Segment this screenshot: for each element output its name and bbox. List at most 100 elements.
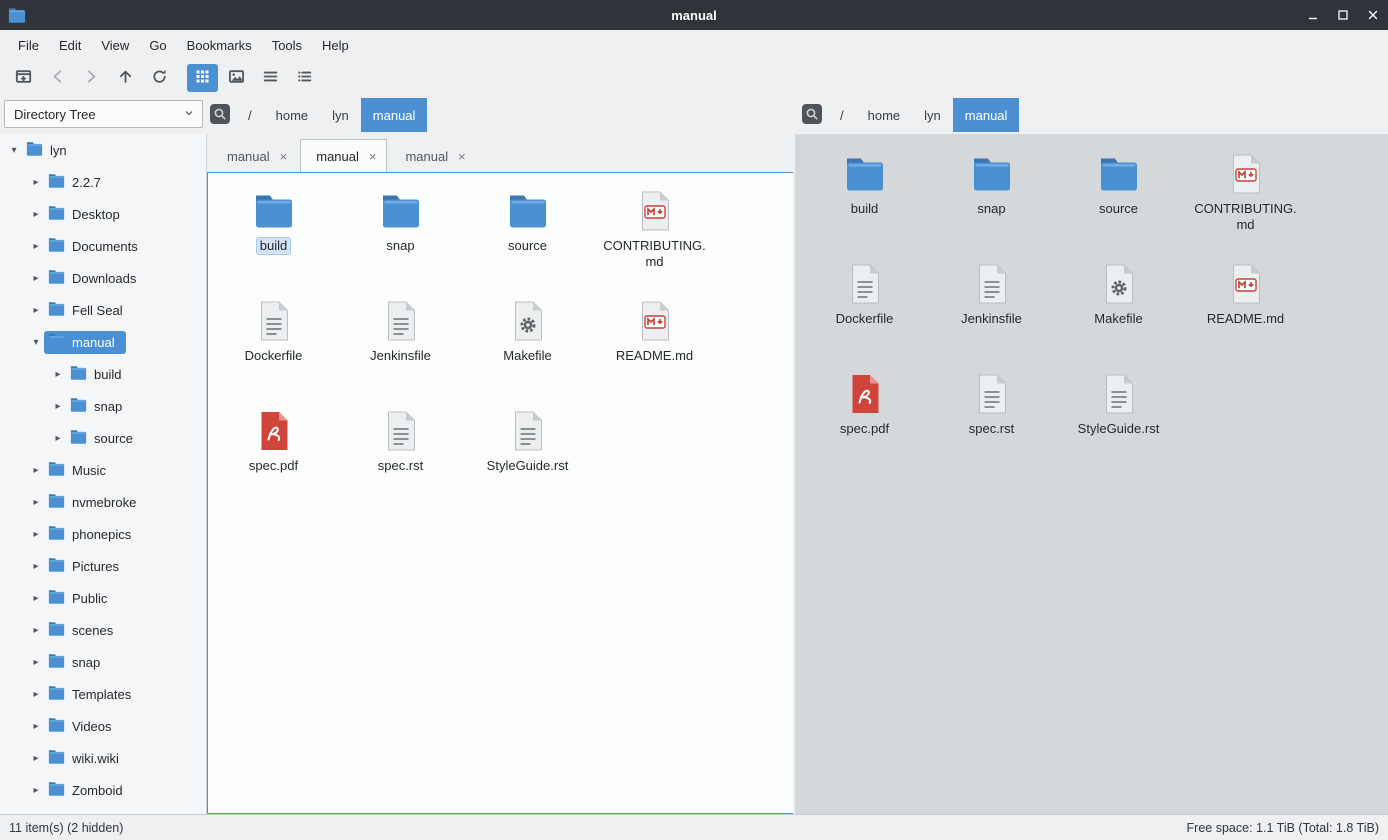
breadcrumb-segment-home[interactable]: home [264,98,321,132]
menu-go[interactable]: Go [139,33,176,58]
expander-icon[interactable]: ▸ [28,657,44,668]
file-readme-md[interactable]: README.md [591,291,718,401]
file-view-right[interactable]: buildsnapsourceCONTRIBUTING.mdDockerfile… [795,134,1388,814]
file-spec-pdf[interactable]: spec.pdf [210,401,337,511]
tab-close-icon[interactable]: × [369,150,377,163]
thumbnail-view-button[interactable] [221,64,252,92]
expander-icon[interactable]: ▸ [28,497,44,508]
tree-item-lyn[interactable]: ▾lyn [0,134,206,166]
tree-item-2-2-7[interactable]: ▸2.2.7 [0,166,206,198]
file-spec-rst[interactable]: spec.rst [928,364,1055,474]
tree-item-snap[interactable]: ▸snap [0,390,206,422]
tree-item-build[interactable]: ▸build [0,358,206,390]
up-button[interactable] [110,64,141,92]
expander-icon[interactable]: ▸ [28,209,44,220]
expander-icon[interactable]: ▸ [28,625,44,636]
sidebar-mode-select[interactable]: Directory Tree [4,100,203,128]
file-contributing-md[interactable]: CONTRIBUTING.md [591,181,718,291]
file-jenkinsfile[interactable]: Jenkinsfile [928,254,1055,364]
new-window-button[interactable] [8,64,39,92]
expander-icon[interactable]: ▸ [50,369,66,380]
tree-item-scenes[interactable]: ▸scenes [0,614,206,646]
tree-item-zomboid[interactable]: ▸Zomboid [0,774,206,806]
tab-close-icon[interactable]: × [280,150,288,163]
tab-manual-0[interactable]: manual× [211,139,298,172]
tree-item-downloads[interactable]: ▸Downloads [0,262,206,294]
tree-item-phonepics[interactable]: ▸phonepics [0,518,206,550]
file-build[interactable]: build [210,181,337,291]
maximize-button[interactable] [1328,0,1358,30]
file-spec-rst[interactable]: spec.rst [337,401,464,511]
breadcrumb-segment-manual[interactable]: manual [361,98,428,132]
tree-item-source[interactable]: ▸source [0,422,206,454]
menu-edit[interactable]: Edit [49,33,91,58]
breadcrumb-segment--[interactable]: / [828,98,856,132]
menu-file[interactable]: File [8,33,49,58]
file-makefile[interactable]: Makefile [1055,254,1182,364]
expander-icon[interactable]: ▸ [28,721,44,732]
tree-item-templates[interactable]: ▸Templates [0,678,206,710]
file-jenkinsfile[interactable]: Jenkinsfile [337,291,464,401]
menu-view[interactable]: View [91,33,139,58]
breadcrumb-segment-manual[interactable]: manual [953,98,1020,132]
forward-button[interactable] [76,64,107,92]
expander-icon[interactable]: ▸ [28,241,44,252]
path-edit-button[interactable] [801,103,823,128]
file-spec-pdf[interactable]: spec.pdf [801,364,928,474]
expander-icon[interactable]: ▸ [28,689,44,700]
expander-icon[interactable]: ▸ [28,305,44,316]
file-snap[interactable]: snap [337,181,464,291]
refresh-button[interactable] [144,64,175,92]
file-styleguide-rst[interactable]: StyleGuide.rst [464,401,591,511]
expander-icon[interactable]: ▸ [28,561,44,572]
menu-bookmarks[interactable]: Bookmarks [177,33,262,58]
tree-item-fell-seal[interactable]: ▸Fell Seal [0,294,206,326]
detailed-view-button[interactable] [289,64,320,92]
close-button[interactable] [1358,0,1388,30]
menu-help[interactable]: Help [312,33,359,58]
tab-close-icon[interactable]: × [458,150,466,163]
back-button[interactable] [42,64,73,92]
file-contributing-md[interactable]: CONTRIBUTING.md [1182,144,1309,254]
file-readme-md[interactable]: README.md [1182,254,1309,364]
tree-item-nvmebroke[interactable]: ▸nvmebroke [0,486,206,518]
tree-item-public[interactable]: ▸Public [0,582,206,614]
expander-icon[interactable]: ▸ [28,529,44,540]
file-snap[interactable]: snap [928,144,1055,254]
file-makefile[interactable]: Makefile [464,291,591,401]
tree-item-pictures[interactable]: ▸Pictures [0,550,206,582]
breadcrumb-segment-lyn[interactable]: lyn [320,98,361,132]
file-source[interactable]: source [1055,144,1182,254]
tree-item-desktop[interactable]: ▸Desktop [0,198,206,230]
path-edit-button[interactable] [209,103,231,128]
expander-icon[interactable]: ▸ [50,401,66,412]
tree-item-snap[interactable]: ▸snap [0,646,206,678]
file-view-left[interactable]: buildsnapsourceCONTRIBUTING.md Dockerfile… [207,172,794,814]
menu-tools[interactable]: Tools [262,33,312,58]
expander-icon[interactable]: ▸ [28,273,44,284]
expander-icon[interactable]: ▾ [28,337,44,348]
file-styleguide-rst[interactable]: StyleGuide.rst [1055,364,1182,474]
tree-item-wiki-wiki[interactable]: ▸wiki.wiki [0,742,206,774]
expander-icon[interactable]: ▸ [28,753,44,764]
tab-manual-1[interactable]: manual× [300,139,387,172]
tree-item-videos[interactable]: ▸Videos [0,710,206,742]
compact-view-button[interactable] [255,64,286,92]
expander-icon[interactable]: ▾ [6,145,22,156]
breadcrumb-segment-home[interactable]: home [856,98,913,132]
tab-manual-2[interactable]: manual× [389,139,476,172]
minimize-button[interactable] [1298,0,1328,30]
breadcrumb-segment--[interactable]: / [236,98,264,132]
file-dockerfile[interactable]: Dockerfile [801,254,928,364]
expander-icon[interactable]: ▸ [28,593,44,604]
tree-item-documents[interactable]: ▸Documents [0,230,206,262]
expander-icon[interactable]: ▸ [28,465,44,476]
expander-icon[interactable]: ▸ [28,177,44,188]
expander-icon[interactable]: ▸ [50,433,66,444]
expander-icon[interactable]: ▸ [28,785,44,796]
file-dockerfile[interactable]: Dockerfile [210,291,337,401]
breadcrumb-segment-lyn[interactable]: lyn [912,98,953,132]
tree-item-manual[interactable]: ▾manual [0,326,206,358]
icon-view-button[interactable] [187,64,218,92]
file-source[interactable]: source [464,181,591,291]
